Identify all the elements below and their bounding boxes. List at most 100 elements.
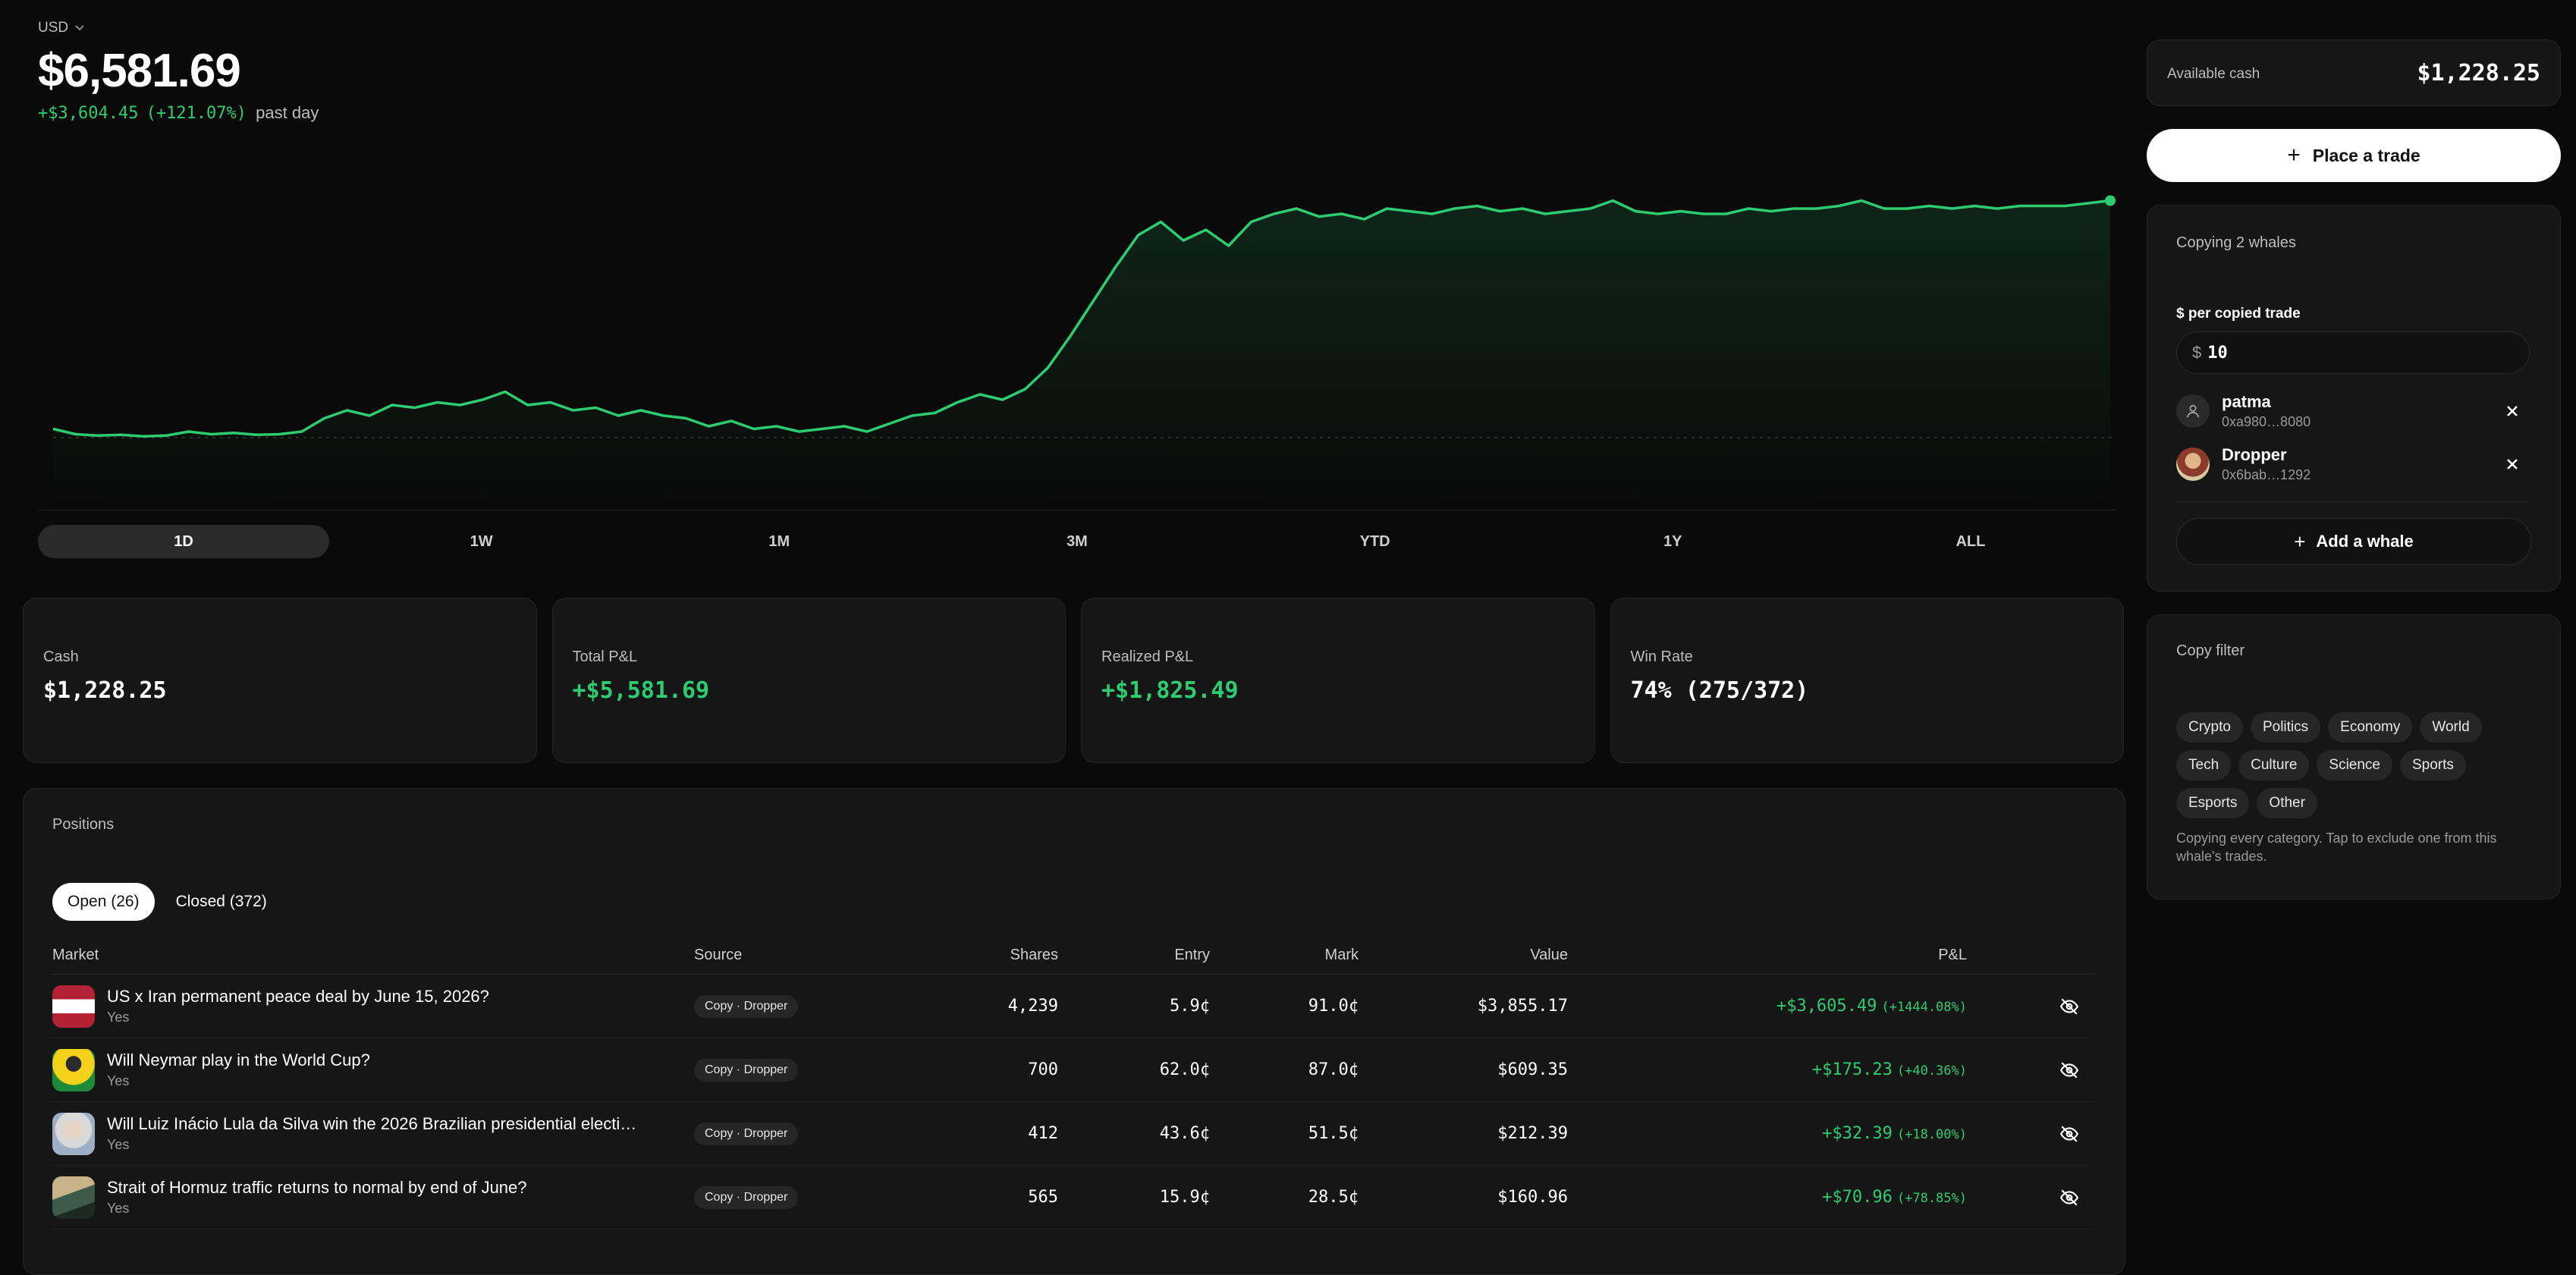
range-1m-button[interactable]: 1M bbox=[633, 525, 925, 558]
source-cell: Copy · Dropper bbox=[694, 1122, 876, 1145]
stat-card-cash: Cash $1,228.25 bbox=[23, 598, 537, 763]
category-chip-world[interactable]: World bbox=[2420, 712, 2482, 743]
category-chip-sports[interactable]: Sports bbox=[2400, 750, 2466, 780]
mark-cell: 87.0¢ bbox=[1308, 1060, 1359, 1079]
category-chip-other[interactable]: Other bbox=[2257, 788, 2317, 818]
whale-item: Dropper 0x6bab…1292 bbox=[2176, 442, 2530, 486]
per-trade-label: $ per copied trade bbox=[2176, 306, 2301, 322]
add-whale-button[interactable]: + Add a whale bbox=[2176, 518, 2531, 565]
category-chip-economy[interactable]: Economy bbox=[2328, 712, 2413, 743]
remove-whale-button[interactable] bbox=[2505, 453, 2519, 476]
entry-cell: 5.9¢ bbox=[1170, 997, 1210, 1016]
copy-filter-card: Copy filter Crypto Politics Economy Worl… bbox=[2147, 614, 2561, 900]
pnl-percent: (+18.00%) bbox=[1896, 1127, 1967, 1142]
column-header-shares[interactable]: Shares bbox=[876, 947, 1058, 964]
column-header-market[interactable]: Market bbox=[52, 947, 694, 964]
entry-cell: 15.9¢ bbox=[1159, 1188, 1210, 1207]
chart-end-point bbox=[2105, 195, 2116, 206]
category-chip-esports[interactable]: Esports bbox=[2176, 788, 2250, 818]
range-1w-button[interactable]: 1W bbox=[336, 525, 627, 558]
category-chip-science[interactable]: Science bbox=[2317, 750, 2392, 780]
pnl-amount: +$70.96 bbox=[1822, 1188, 1893, 1207]
range-1d-button[interactable]: 1D bbox=[38, 525, 329, 558]
portfolio-balance: $6,581.69 bbox=[38, 45, 241, 97]
category-chip-politics[interactable]: Politics bbox=[2250, 712, 2321, 743]
whale-name[interactable]: Dropper bbox=[2222, 445, 2311, 465]
market-name[interactable]: Strait of Hormuz traffic returns to norm… bbox=[107, 1178, 527, 1198]
available-cash-card: Available cash $1,228.25 bbox=[2147, 39, 2561, 106]
tab-open[interactable]: Open (26) bbox=[52, 883, 155, 921]
category-chip-tech[interactable]: Tech bbox=[2176, 750, 2232, 780]
stat-card-win-rate: Win Rate 74% (275/372) bbox=[1610, 598, 2124, 763]
change-percent: (+121.07%) bbox=[146, 104, 247, 123]
positions-title: Positions bbox=[52, 816, 115, 833]
table-row[interactable]: Strait of Hormuz traffic returns to norm… bbox=[52, 1166, 2094, 1229]
table-row[interactable]: Will Luiz Inácio Lula da Silva win the 2… bbox=[52, 1102, 2094, 1166]
pnl-amount: +$175.23 bbox=[1811, 1060, 1893, 1079]
category-chip-culture[interactable]: Culture bbox=[2238, 750, 2310, 780]
market-name[interactable]: US x Iran permanent peace deal by June 1… bbox=[107, 987, 489, 1006]
mark-cell: 91.0¢ bbox=[1308, 997, 1359, 1016]
add-whale-label: Add a whale bbox=[2316, 532, 2414, 551]
pnl-amount: +$32.39 bbox=[1822, 1124, 1893, 1143]
place-trade-button[interactable]: + Place a trade bbox=[2147, 129, 2561, 182]
whale-address: 0xa980…8080 bbox=[2222, 414, 2311, 429]
market-side: Yes bbox=[107, 1201, 130, 1216]
pnl-cell: +$3,605.49 (+1444.08%) bbox=[1568, 997, 1967, 1016]
category-chip-crypto[interactable]: Crypto bbox=[2176, 712, 2243, 743]
chevron-down-icon bbox=[74, 22, 85, 34]
market-text: Strait of Hormuz traffic returns to norm… bbox=[107, 1178, 527, 1217]
shares-cell: 565 bbox=[1028, 1188, 1058, 1207]
column-header-pnl[interactable]: P&L bbox=[1568, 947, 1967, 964]
table-row[interactable]: US x Iran permanent peace deal by June 1… bbox=[52, 975, 2094, 1038]
entry-cell: 62.0¢ bbox=[1159, 1060, 1210, 1079]
range-3m-button[interactable]: 3M bbox=[931, 525, 1223, 558]
source-badge: Copy · Dropper bbox=[694, 1186, 799, 1209]
pnl-amount: +$3,605.49 bbox=[1776, 997, 1877, 1016]
table-row[interactable]: Will Neymar play in the World Cup? Yes C… bbox=[52, 1038, 2094, 1102]
column-header-value[interactable]: Value bbox=[1359, 947, 1568, 964]
hide-position-button[interactable] bbox=[1967, 1060, 2094, 1080]
source-badge: Copy · Dropper bbox=[694, 1123, 799, 1145]
whale-name[interactable]: patma bbox=[2222, 392, 2311, 412]
market-thumbnail bbox=[52, 985, 95, 1028]
stat-card-realized-pnl: Realized P&L +$1,825.49 bbox=[1081, 598, 1595, 763]
tab-closed[interactable]: Closed (372) bbox=[161, 883, 282, 921]
column-header-entry[interactable]: Entry bbox=[1058, 947, 1210, 964]
hide-position-button[interactable] bbox=[1967, 997, 2094, 1016]
positions-table: Market Source Shares Entry Mark Value P&… bbox=[52, 936, 2094, 1229]
portfolio-chart[interactable] bbox=[38, 152, 2116, 508]
market-cell: Will Luiz Inácio Lula da Silva win the 2… bbox=[52, 1112, 694, 1155]
market-name[interactable]: Will Luiz Inácio Lula da Silva win the 2… bbox=[107, 1114, 638, 1134]
shares-cell: 4,239 bbox=[1007, 997, 1058, 1016]
remove-whale-button[interactable] bbox=[2505, 400, 2519, 423]
currency-selector[interactable]: USD bbox=[38, 20, 85, 36]
source-cell: Copy · Dropper bbox=[694, 994, 876, 1018]
hide-position-button[interactable] bbox=[1967, 1124, 2094, 1144]
range-ytd-button[interactable]: YTD bbox=[1230, 525, 1521, 558]
range-all-button[interactable]: ALL bbox=[1825, 525, 2116, 558]
plus-icon: + bbox=[2287, 143, 2301, 168]
dollar-symbol: $ bbox=[2192, 343, 2202, 362]
entry-cell: 43.6¢ bbox=[1159, 1124, 1210, 1143]
table-header: Market Source Shares Entry Mark Value P&… bbox=[52, 936, 2094, 975]
copy-filter-title: Copy filter bbox=[2176, 642, 2245, 659]
market-side: Yes bbox=[107, 1010, 130, 1025]
per-trade-amount-input[interactable]: $ 10 bbox=[2176, 331, 2530, 374]
copy-filter-note: Copying every category. Tap to exclude o… bbox=[2176, 831, 2497, 864]
balance-change: +$3,604.45 (+121.07%) past day bbox=[38, 103, 319, 123]
market-name[interactable]: Will Neymar play in the World Cup? bbox=[107, 1050, 370, 1070]
stat-value: $1,228.25 bbox=[43, 677, 167, 704]
whale-avatar bbox=[2176, 448, 2210, 481]
column-header-source[interactable]: Source bbox=[694, 947, 876, 964]
range-1y-button[interactable]: 1Y bbox=[1527, 525, 1818, 558]
plus-icon: + bbox=[2294, 529, 2306, 553]
hide-position-button[interactable] bbox=[1967, 1188, 2094, 1207]
available-cash-label: Available cash bbox=[2167, 66, 2260, 82]
currency-label: USD bbox=[38, 20, 69, 36]
eye-off-icon bbox=[2059, 1061, 2079, 1079]
column-header-mark[interactable]: Mark bbox=[1210, 947, 1359, 964]
change-amount: +$3,604.45 bbox=[38, 104, 139, 123]
market-thumbnail bbox=[52, 1048, 95, 1091]
whale-address: 0x6bab…1292 bbox=[2222, 467, 2311, 482]
